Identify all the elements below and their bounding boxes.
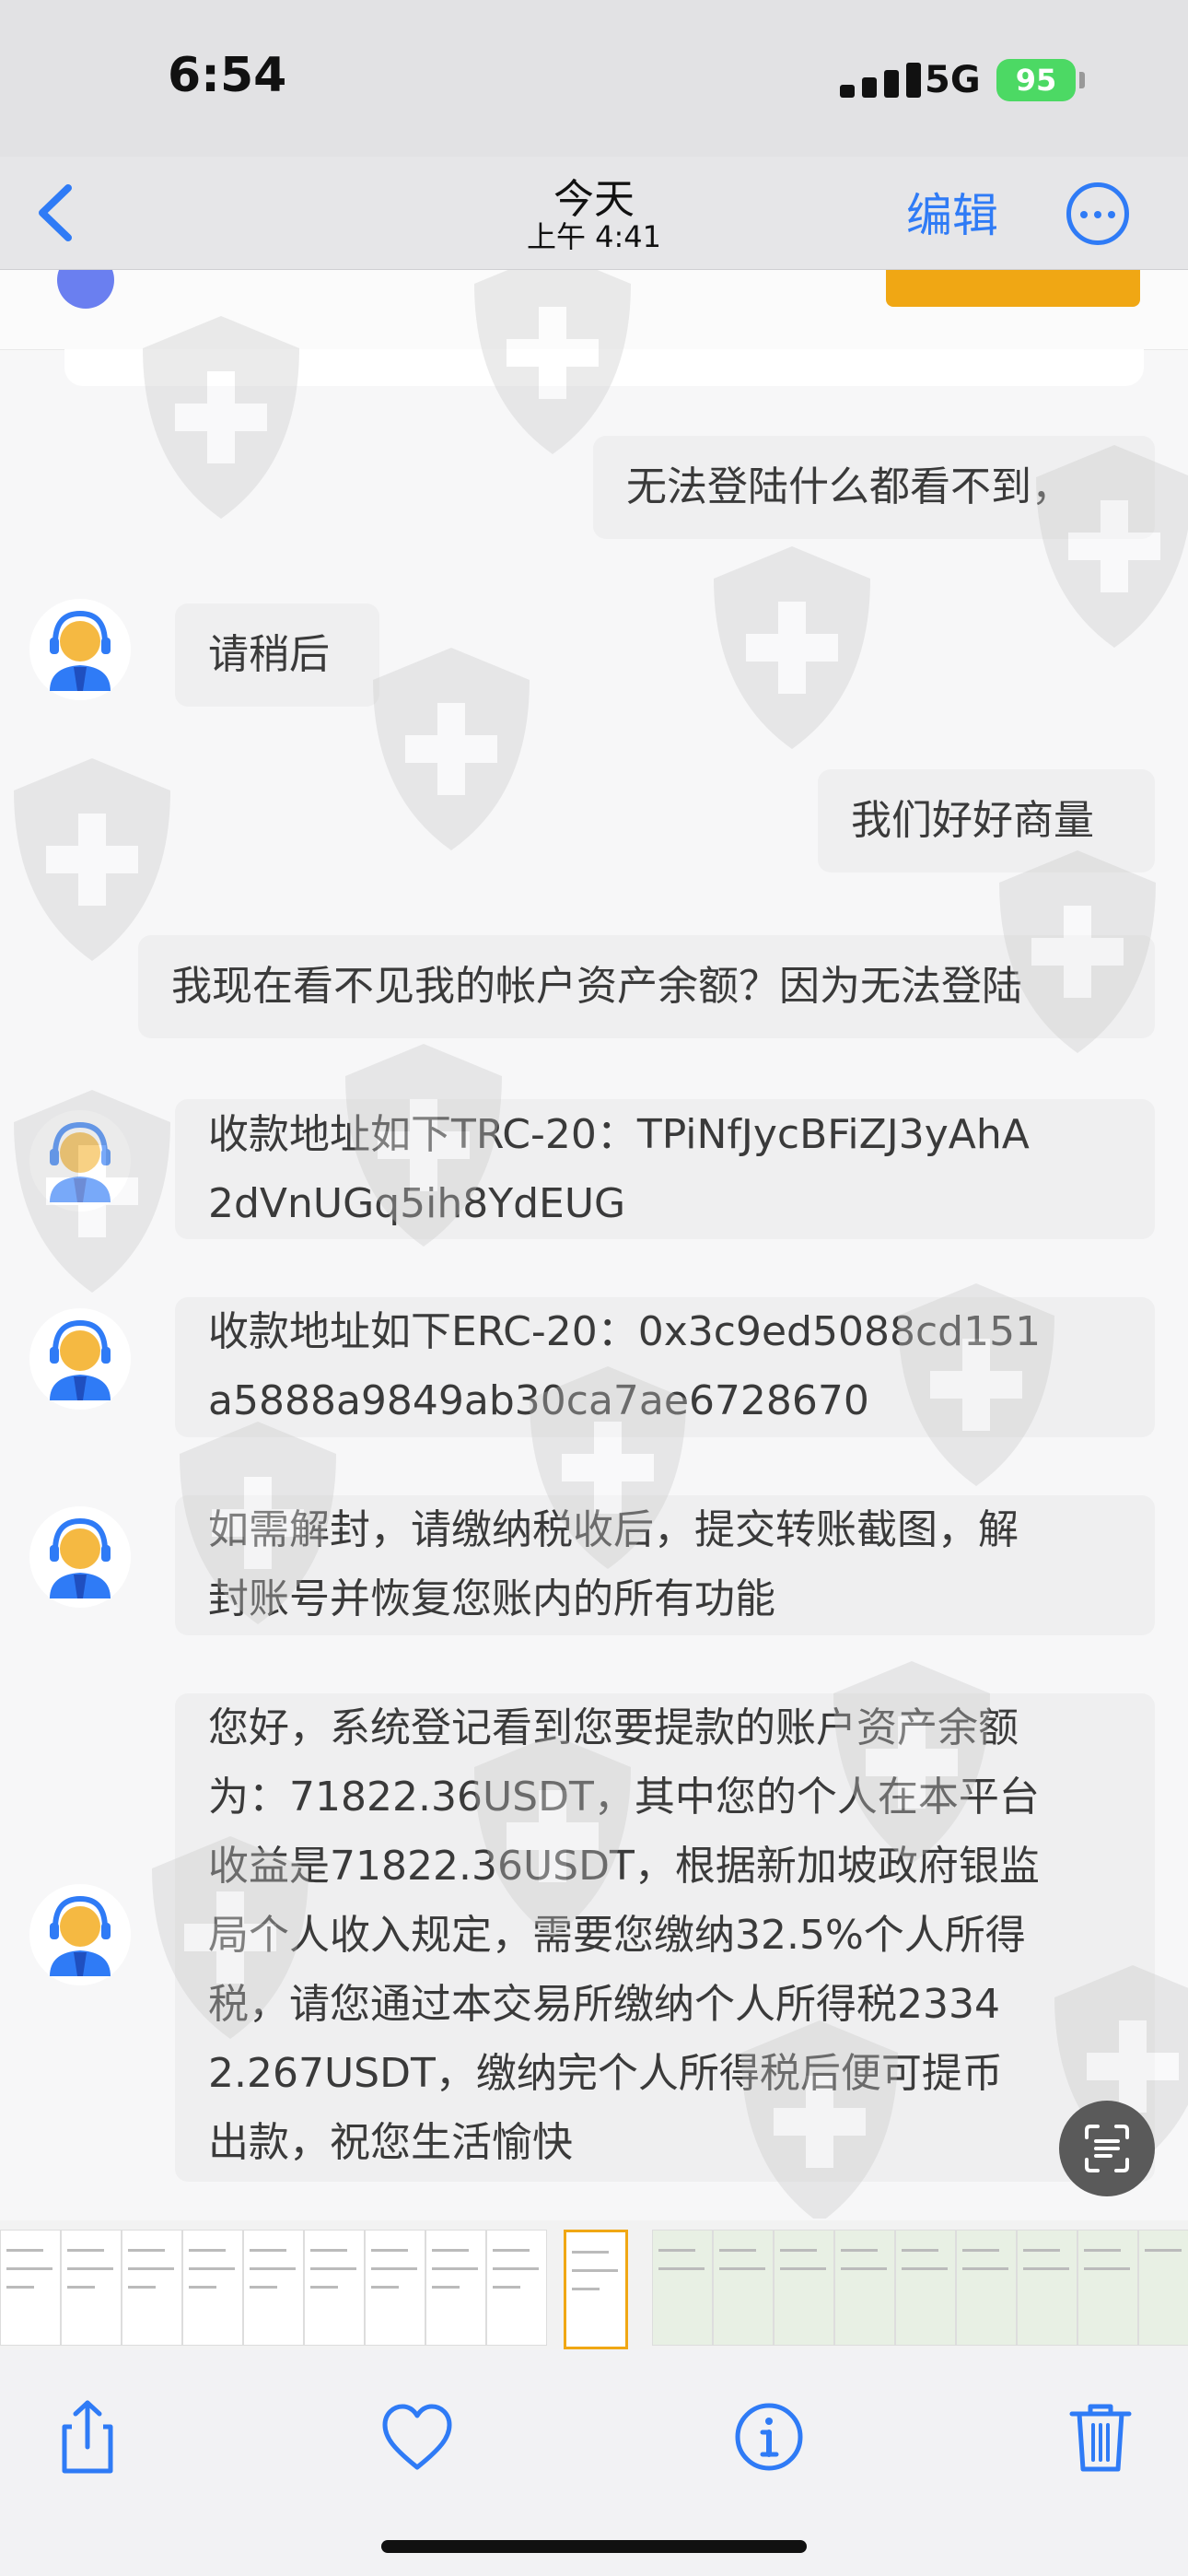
- watermark-shield-icon: [530, 1366, 686, 1569]
- signal-icon: [840, 63, 925, 98]
- watermark-shield-icon: [143, 316, 299, 519]
- watermark-shield-icon: [152, 1836, 309, 2039]
- screenshot-content[interactable]: 无法登陆什么都看不到， 请稍后 我们好好商量 我现在看不见我的帐户资产余额？因为…: [0, 270, 1188, 2219]
- nav-bar: 今天 上午 4:41 编辑: [0, 157, 1188, 270]
- message-line: 2.267USDT，缴纳完个人所得税后便可提币: [208, 2050, 1003, 2097]
- watermark-shield-icon: [345, 1044, 502, 1247]
- agent-avatar-icon: [29, 1506, 131, 1608]
- thumbnail[interactable]: [365, 2230, 425, 2346]
- message-line: 税，请您通过本交易所缴纳个人所得税2334: [208, 1981, 1000, 2028]
- thumbnail[interactable]: [774, 2230, 834, 2346]
- agent-avatar-icon: [29, 1884, 131, 1985]
- thumbnail[interactable]: [425, 2230, 486, 2346]
- watermark-shield-icon: [14, 758, 170, 961]
- thumbnail[interactable]: [652, 2230, 713, 2346]
- info-icon[interactable]: [728, 2395, 810, 2478]
- heart-icon[interactable]: [376, 2395, 459, 2478]
- battery-icon: 95: [996, 59, 1076, 101]
- watermark-shield-icon: [1036, 445, 1188, 648]
- thumbnail[interactable]: [486, 2230, 547, 2346]
- thumbnail-current[interactable]: [564, 2230, 628, 2349]
- thumbnail[interactable]: [0, 2230, 61, 2346]
- peek-logo: [57, 270, 114, 309]
- watermark-shield-icon: [14, 1090, 170, 1293]
- thumbnail[interactable]: [304, 2230, 365, 2346]
- thumbnail[interactable]: [1138, 2230, 1188, 2346]
- watermark-shield-icon: [898, 1283, 1054, 1486]
- thumbnail[interactable]: [182, 2230, 243, 2346]
- thumbnail[interactable]: [243, 2230, 304, 2346]
- thumbnail[interactable]: [834, 2230, 895, 2346]
- battery-tip: [1079, 72, 1085, 88]
- nav-subtitle: 上午 4:41: [526, 219, 662, 254]
- watermark-shield-icon: [373, 648, 530, 850]
- thumbnail[interactable]: [61, 2230, 122, 2346]
- status-time: 6:54: [168, 48, 287, 103]
- agent-avatar-icon: [29, 599, 131, 700]
- watermark-shield-icon: [474, 270, 631, 454]
- thumbnail[interactable]: [895, 2230, 956, 2346]
- edit-button[interactable]: 编辑: [906, 179, 998, 245]
- thumbnail[interactable]: [1017, 2230, 1077, 2346]
- thumbnail[interactable]: [713, 2230, 774, 2346]
- trash-icon[interactable]: [1059, 2395, 1142, 2478]
- network-label: 5G: [925, 59, 981, 101]
- watermark-shield-icon: [180, 1422, 336, 1624]
- watermark-shield-icon: [741, 2020, 898, 2219]
- message-line: 局个人收入规定，需要您缴纳32.5%个人所得: [208, 1912, 1026, 1959]
- watermark-shield-icon: [833, 1661, 990, 1864]
- peek-button: [886, 270, 1140, 307]
- thumbnail[interactable]: [956, 2230, 1017, 2346]
- live-text-icon: [1085, 2125, 1129, 2172]
- thumbnail-strip[interactable]: [0, 2220, 1188, 2349]
- live-text-button[interactable]: [1059, 2101, 1155, 2196]
- thumbnail[interactable]: [122, 2230, 182, 2346]
- message-bubble: 请稍后: [175, 603, 379, 707]
- thumbnail[interactable]: [1077, 2230, 1138, 2346]
- status-bar: 6:54 5G 95: [0, 0, 1188, 157]
- agent-avatar-icon: [29, 1308, 131, 1410]
- message-line: 出款，祝您生活愉快: [208, 2119, 573, 2166]
- home-indicator[interactable]: [381, 2540, 807, 2553]
- message-bubble: 收款地址如下TRC-20：TPiNfJycBFiZJ3yAhA 2dVnUGq5…: [175, 1099, 1155, 1239]
- more-icon[interactable]: [1066, 182, 1129, 245]
- watermark-shield-icon: [999, 850, 1156, 1053]
- watermark-shield-icon: [714, 546, 870, 749]
- watermark-shield-icon: [474, 1735, 631, 1938]
- battery-level: 95: [1015, 63, 1057, 98]
- share-icon[interactable]: [46, 2395, 129, 2478]
